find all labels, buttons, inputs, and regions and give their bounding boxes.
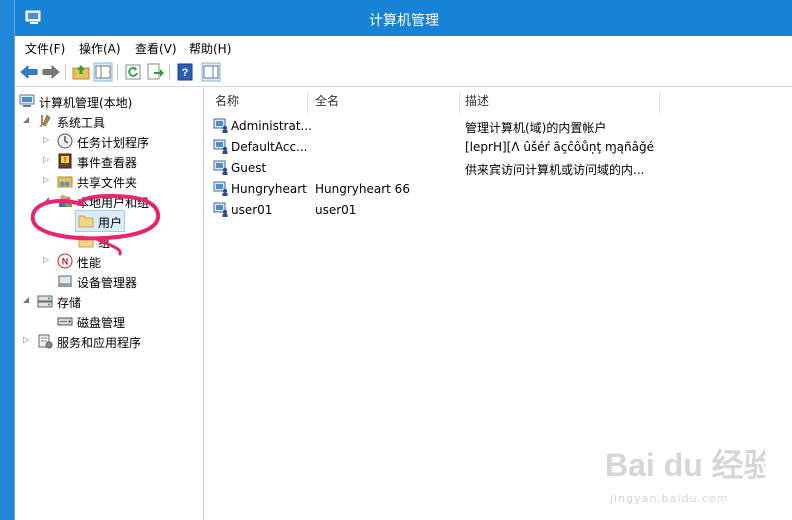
performance-icon: N	[57, 253, 73, 269]
tree-label: 服务和应用程序	[57, 336, 142, 350]
event-viewer-icon: !	[58, 153, 72, 169]
user-fullname: user01	[315, 203, 357, 217]
user-account-icon	[213, 118, 228, 133]
expand-triangle-icon[interactable]: ▷	[23, 335, 32, 347]
user-name: Administrat...	[231, 119, 311, 133]
tree-label: 共享文件夹	[77, 176, 138, 190]
user-account-icon	[213, 139, 228, 154]
menu-help[interactable]: 帮助(H)	[189, 40, 231, 57]
forward-arrow-icon[interactable]	[41, 62, 61, 82]
svg-text:N: N	[62, 257, 69, 267]
user-name: Guest	[231, 161, 267, 175]
tree-label: 本地用户和组	[77, 196, 150, 210]
table-row[interactable]: Administrat... 管理计算机(域)的内置帐户	[209, 116, 769, 136]
user-name: user01	[231, 203, 273, 217]
folder-icon	[78, 215, 94, 228]
expand-triangle-icon[interactable]: ▷	[43, 255, 52, 267]
column-header-fullname[interactable]: 全名	[315, 92, 339, 112]
expand-triangle-icon[interactable]: ▷	[43, 155, 52, 167]
help-icon[interactable]: ?	[175, 62, 195, 82]
menu-view[interactable]: 查看(V)	[135, 40, 177, 57]
show-hide-tree-icon[interactable]	[93, 62, 113, 82]
column-header-description[interactable]: 描述	[465, 92, 489, 112]
collapse-triangle-icon[interactable]: ◢	[43, 195, 52, 207]
collapse-triangle-icon[interactable]: ◢	[23, 115, 32, 127]
refresh-icon[interactable]	[123, 62, 143, 82]
table-row[interactable]: user01 user01	[209, 200, 769, 220]
window-title: 计算机管理	[369, 13, 439, 29]
tree-label: 性能	[77, 256, 102, 270]
expand-triangle-icon[interactable]: ▷	[43, 175, 52, 187]
tree-label: 计算机管理(本地)	[39, 96, 133, 110]
tree-label: 组	[98, 236, 111, 250]
svg-text:?: ?	[182, 67, 189, 79]
back-arrow-icon[interactable]	[19, 62, 39, 82]
tree-label: 用户	[98, 216, 123, 230]
menu-action[interactable]: 操作(A)	[79, 40, 121, 57]
menu-file[interactable]: 文件(F)	[25, 40, 65, 57]
watermark-logo-text: Bai du 经验	[605, 447, 765, 483]
tree-label: 存储	[57, 296, 82, 310]
tree-label: 系统工具	[57, 116, 106, 130]
computer-management-icon	[19, 94, 35, 107]
title-bar[interactable]: 计算机管理	[15, 0, 792, 36]
column-header-name[interactable]: 名称	[215, 92, 239, 112]
clock-icon	[57, 133, 73, 149]
tree-label: 事件查看器	[77, 156, 138, 170]
menu-bar: 文件(F) 操作(A) 查看(V) 帮助(H)	[15, 36, 792, 58]
user-name: Hungryheart	[231, 182, 307, 196]
shared-folder-icon	[57, 176, 73, 188]
user-description: 供来宾访问计算机或访问域的内...	[465, 163, 645, 177]
svg-text:!: !	[64, 157, 66, 164]
user-fullname: Hungryheart 66	[315, 182, 410, 196]
user-description: [leprH][Λ ûšéŕ ãçĉôůņţ ɱąñâğé...	[465, 140, 655, 154]
folder-icon	[78, 235, 94, 248]
user-description: 管理计算机(域)的内置帐户	[465, 121, 607, 135]
show-action-pane-icon[interactable]	[201, 62, 221, 82]
user-account-icon	[213, 181, 228, 196]
users-icon	[59, 195, 72, 207]
user-name: DefaultAcc...	[231, 140, 308, 154]
tree-node-users[interactable]: 用户	[75, 210, 125, 232]
tree-label: 任务计划程序	[77, 136, 150, 150]
disk-management-icon	[57, 317, 73, 326]
storage-icon	[37, 295, 53, 308]
tree-label: 磁盘管理	[77, 316, 126, 330]
tree-label: 设备管理器	[77, 276, 138, 290]
up-folder-icon[interactable]	[71, 62, 91, 82]
table-row[interactable]: DefaultAcc... [leprH][Λ ûšéŕ ãçĉôůņţ ɱąñ…	[209, 137, 769, 157]
navigation-tree: 计算机管理(本地) ◢ 系统工具 ▷ 任务计划程序 ▷ ! 事件查看器 ▷ 共享…	[15, 88, 204, 520]
watermark-url: jingyan.baidu.com	[610, 492, 729, 505]
table-row[interactable]: Guest 供来宾访问计算机或访问域的内...	[209, 158, 769, 178]
table-row[interactable]: Hungryheart Hungryheart 66	[209, 179, 769, 199]
export-list-icon[interactable]	[145, 62, 165, 82]
expand-triangle-icon[interactable]: ▷	[43, 135, 52, 147]
toolbar: ?	[15, 58, 792, 87]
collapse-triangle-icon[interactable]: ◢	[23, 295, 32, 307]
user-account-icon	[213, 160, 228, 175]
services-icon	[38, 334, 53, 349]
system-tools-icon	[39, 114, 51, 127]
device-manager-icon	[58, 275, 72, 287]
user-account-icon	[213, 202, 228, 217]
